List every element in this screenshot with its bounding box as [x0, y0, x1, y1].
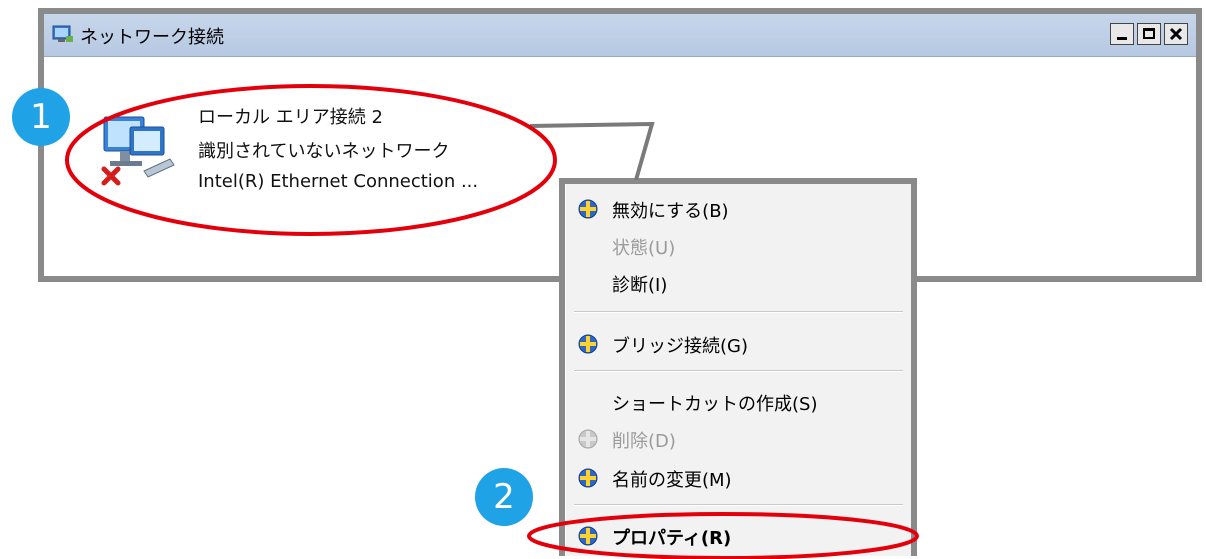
step-2-badge: 2	[475, 468, 533, 526]
highlight-connection-ellipse	[65, 84, 557, 236]
step-1-badge: 1	[12, 88, 70, 146]
annotation-overlay	[65, 84, 919, 559]
callout-connector	[529, 121, 655, 181]
highlight-properties-ellipse	[527, 512, 919, 559]
